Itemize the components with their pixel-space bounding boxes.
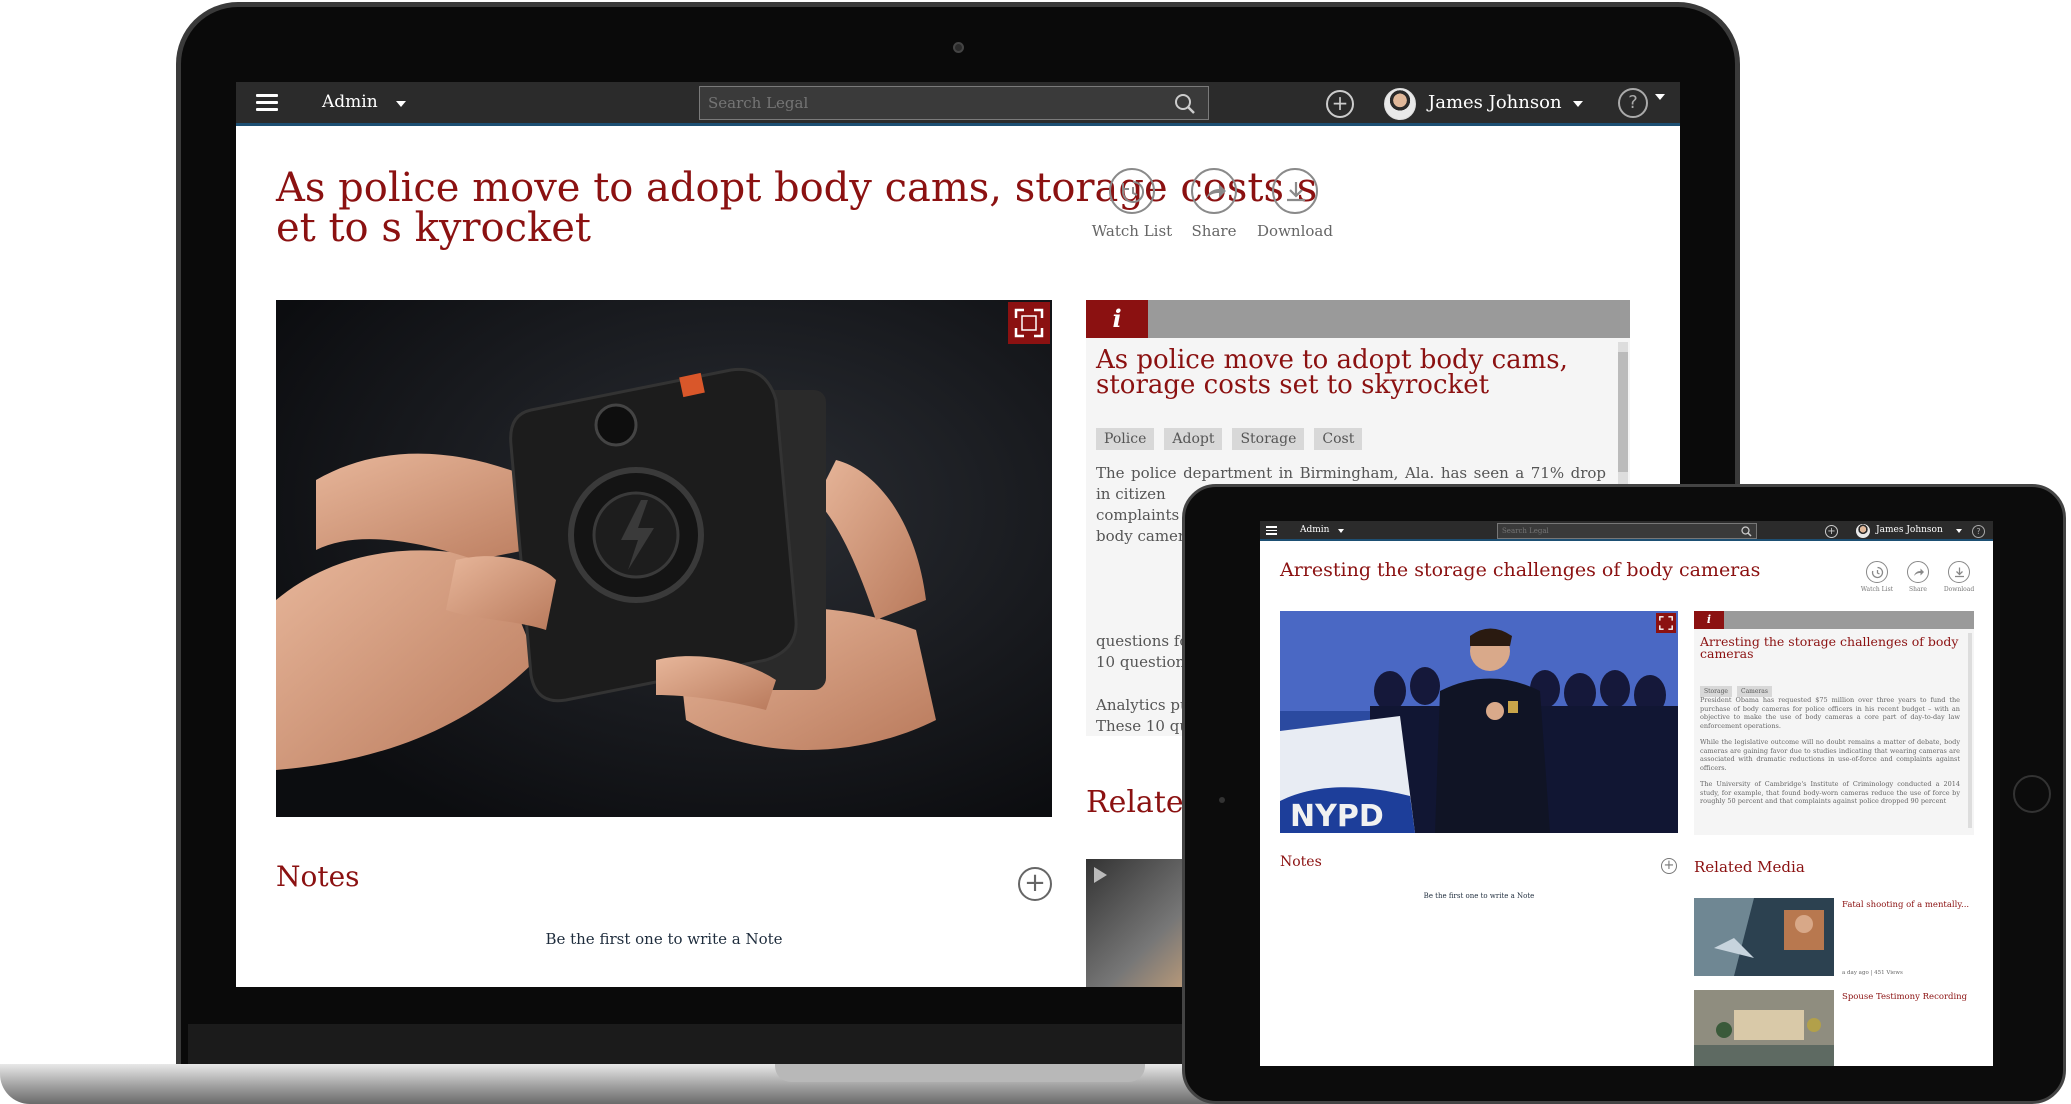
tag[interactable]: Storage: [1232, 428, 1305, 450]
info-paragraph: While the legislative outcome will no do…: [1700, 738, 1960, 772]
watch-list-icon: [1109, 168, 1155, 214]
download-label: Download: [1943, 586, 1975, 593]
notes-title: Notes: [1280, 854, 1322, 870]
search-icon[interactable]: [1174, 93, 1196, 115]
tablet-camera: [1219, 797, 1225, 803]
related-media-title-link[interactable]: Fatal shooting of a mentally...: [1842, 900, 1969, 910]
add-note-icon[interactable]: +: [1661, 858, 1677, 874]
share-icon: [1907, 561, 1929, 583]
tag[interactable]: Adopt: [1164, 428, 1223, 450]
share-button[interactable]: Share: [1898, 561, 1938, 593]
download-icon: [1948, 561, 1970, 583]
info-panel-header: i: [1694, 611, 1974, 629]
related-media-thumbnail[interactable]: [1694, 898, 1834, 976]
share-label: Share: [1191, 222, 1237, 240]
watch-list-button[interactable]: Watch List: [1857, 561, 1897, 593]
hero-image-body-camera: [276, 300, 1052, 817]
info-paragraph: President Obama has requested $75 millio…: [1700, 696, 1960, 730]
notes-empty-message: Be the first one to write a Note: [1423, 892, 1535, 900]
notes-title: Notes: [276, 860, 360, 893]
watch-list-button[interactable]: Watch List: [1087, 168, 1177, 240]
hamburger-menu-icon[interactable]: [1266, 526, 1277, 535]
tag[interactable]: Police: [1096, 428, 1155, 450]
watch-list-icon: [1866, 561, 1888, 583]
svg-text:NYPD: NYPD: [1290, 799, 1384, 833]
hero-image-police-officer: NYPD: [1280, 611, 1678, 833]
hamburger-menu-icon[interactable]: [256, 94, 278, 112]
download-button[interactable]: Download: [1250, 168, 1340, 240]
laptop-notch: [775, 1064, 1145, 1082]
download-button[interactable]: Download: [1939, 561, 1979, 593]
info-body: President Obama has requested $75 millio…: [1700, 696, 1960, 814]
info-title: As police move to adopt body cams, stora…: [1096, 345, 1568, 400]
search-box[interactable]: [1497, 523, 1757, 539]
info-panel: i Arresting the storage challenges of bo…: [1694, 611, 1974, 835]
tag[interactable]: Cost: [1314, 428, 1363, 450]
user-name[interactable]: James Johnson: [1876, 525, 1943, 535]
tablet-screen: Admin + James Johnson ? Arresting the st…: [1260, 521, 1993, 1066]
info-icon: i: [1086, 300, 1148, 338]
search-icon[interactable]: [1741, 526, 1752, 537]
notes-empty-message: Be the first one to write a Note: [545, 930, 783, 948]
info-paragraph: The University of Cambridge's Institute …: [1700, 780, 1960, 805]
admin-caret-icon[interactable]: [396, 101, 406, 107]
share-label: Share: [1909, 586, 1927, 593]
related-media-title-link[interactable]: Spouse Testimony Recording: [1842, 992, 1967, 1002]
avatar[interactable]: [1384, 88, 1416, 120]
share-button[interactable]: Share: [1169, 168, 1259, 240]
help-icon[interactable]: ?: [1972, 525, 1985, 538]
info-title: Arresting the storage challenges of body…: [1700, 634, 1959, 661]
laptop-camera: [953, 42, 964, 53]
info-icon: i: [1694, 611, 1724, 629]
related-media-meta: a day ago | 451 Views: [1842, 970, 1903, 976]
related-media-thumbnail[interactable]: [1694, 990, 1834, 1066]
expand-icon[interactable]: [1008, 302, 1050, 344]
info-panel-header: i: [1086, 300, 1630, 338]
admin-menu[interactable]: Admin: [1300, 525, 1329, 535]
add-note-icon[interactable]: +: [1018, 867, 1052, 901]
download-label: Download: [1257, 222, 1333, 240]
info-scrollbar[interactable]: [1968, 633, 1972, 828]
related-media-item[interactable]: Spouse Testimony Recording: [1694, 990, 1974, 1066]
related-media-title: Related Media: [1694, 858, 1805, 876]
search-input[interactable]: [700, 87, 1140, 119]
tag-list: Storage Cameras: [1700, 678, 1777, 697]
avatar[interactable]: [1856, 524, 1870, 538]
share-icon: [1191, 168, 1237, 214]
tablet-home-button: [2013, 775, 2051, 813]
help-icon[interactable]: ?: [1618, 88, 1648, 118]
user-caret-icon[interactable]: [1573, 101, 1583, 107]
page-title: Arresting the storage challenges of body…: [1280, 559, 1761, 581]
watch-list-label: Watch List: [1091, 222, 1173, 240]
admin-caret-icon[interactable]: [1338, 529, 1344, 533]
search-box[interactable]: [699, 86, 1209, 120]
admin-menu[interactable]: Admin: [322, 92, 378, 112]
top-navigation-bar: Admin + James Johnson ?: [236, 82, 1680, 126]
user-name[interactable]: James Johnson: [1428, 92, 1562, 113]
tablet-top-navigation-bar: Admin + James Johnson ?: [1260, 521, 1993, 541]
related-media-item[interactable]: Fatal shooting of a mentally... a day ag…: [1694, 898, 1974, 976]
tag-list: Police Adopt Storage Cost: [1096, 428, 1372, 450]
expand-icon[interactable]: [1656, 613, 1676, 633]
user-caret-icon[interactable]: [1956, 529, 1962, 533]
download-icon: [1272, 168, 1318, 214]
play-icon[interactable]: [1094, 867, 1107, 883]
add-icon[interactable]: +: [1825, 525, 1838, 538]
help-caret-icon[interactable]: [1655, 94, 1665, 100]
search-input[interactable]: [1498, 524, 1698, 538]
add-icon[interactable]: +: [1326, 90, 1354, 118]
watch-list-label: Watch List: [1860, 586, 1894, 593]
